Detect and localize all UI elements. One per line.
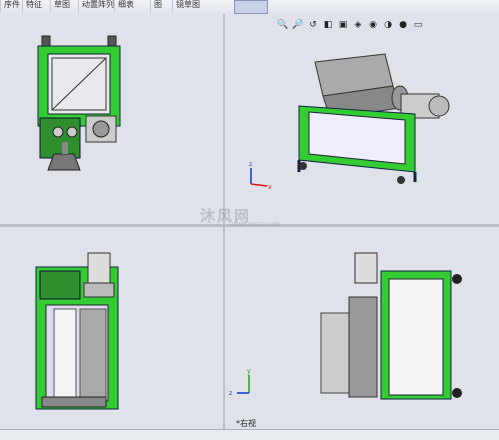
viewport-isometric[interactable]: z x 🔍 🔎 ↺ ◧ ▣ ◈ ◉ ◑ ● ▭	[225, 14, 499, 224]
svg-text:y: y	[247, 368, 251, 375]
edit-appearance-icon[interactable]: ◑	[382, 19, 394, 31]
section-view-icon[interactable]: ◧	[322, 19, 334, 31]
watermark-subtext: WWW.MFCAD.COM	[232, 222, 280, 228]
previous-view-icon[interactable]: ↺	[307, 19, 319, 31]
heads-up-view-toolbar: 🔍 🔎 ↺ ◧ ▣ ◈ ◉ ◑ ● ▭	[277, 19, 424, 35]
top-view-model	[35, 252, 119, 410]
viewport-top[interactable]	[0, 227, 223, 429]
toolbar-item-2[interactable]: 草图	[50, 0, 73, 12]
zoom-to-fit-icon[interactable]: 🔍	[277, 19, 289, 31]
toolbar-item-3[interactable]: 动置阵列	[78, 0, 117, 12]
toolbar-item-0[interactable]: 序件	[0, 0, 23, 12]
toolbar-item-5[interactable]: 图	[150, 0, 165, 12]
svg-text:x: x	[268, 184, 272, 191]
hide-show-icon[interactable]: ◉	[367, 19, 379, 31]
viewport-front[interactable]	[0, 14, 223, 224]
view-orientation-icon[interactable]: ▣	[337, 19, 349, 31]
current-view-label: *右视	[236, 419, 256, 428]
svg-text:z: z	[229, 390, 232, 397]
zoom-area-icon[interactable]: 🔎	[292, 19, 304, 31]
toolbar-item-6[interactable]: 镜草图	[172, 0, 203, 12]
view-settings-icon[interactable]: ▭	[412, 19, 424, 31]
triad-axis-icon: z x	[249, 161, 272, 191]
triad-axis-icon: y z	[229, 368, 251, 397]
isometric-view-model: z x	[249, 53, 450, 191]
display-style-icon[interactable]: ◈	[352, 19, 364, 31]
toolbar-item-4[interactable]: 细表	[114, 0, 137, 12]
front-view-model	[37, 35, 121, 171]
svg-text:z: z	[249, 161, 252, 168]
toolbar-item-1[interactable]: 特征	[22, 0, 45, 12]
scenes-icon[interactable]: ●	[397, 19, 409, 31]
command-toolbar: 序件 特征 草图 动置阵列 细表 图 镜草图	[0, 0, 499, 15]
right-view-model: y z	[229, 252, 462, 400]
status-bar	[0, 429, 499, 440]
active-toolbar-tab[interactable]	[234, 0, 268, 14]
viewport-right[interactable]: y z	[225, 227, 499, 429]
